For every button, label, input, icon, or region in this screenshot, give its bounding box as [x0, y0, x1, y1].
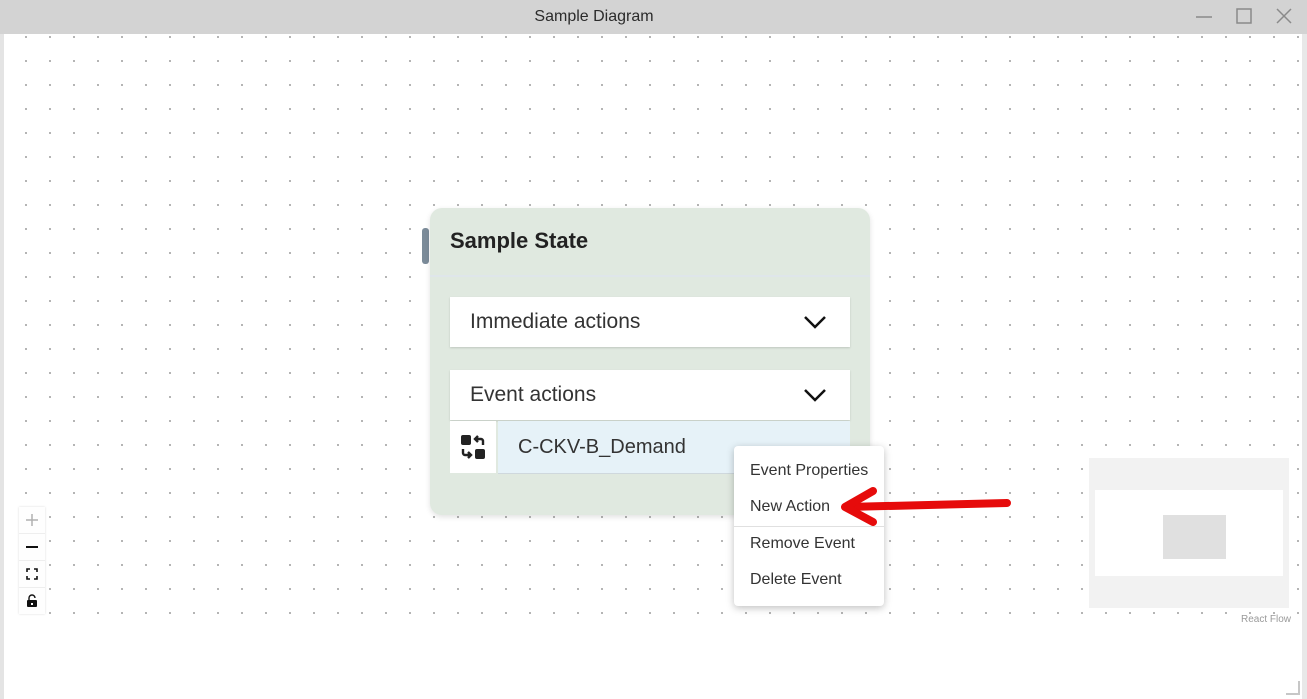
window-title: Sample Diagram	[534, 8, 654, 25]
interactivity-lock-button[interactable]	[19, 588, 45, 614]
node-target-handle[interactable]	[422, 228, 429, 264]
minimap[interactable]	[1089, 458, 1289, 608]
annotation-arrow-icon	[841, 487, 1011, 526]
minimize-button[interactable]	[1191, 4, 1217, 28]
fit-view-icon	[26, 568, 38, 580]
swap-icon	[461, 435, 485, 459]
minus-icon	[26, 546, 38, 548]
zoom-out-button[interactable]	[19, 534, 45, 561]
event-actions-section[interactable]: Event actions	[450, 370, 850, 420]
minimap-viewport[interactable]	[1095, 490, 1283, 576]
node-divider	[430, 275, 870, 277]
zoom-in-button[interactable]	[19, 507, 45, 534]
close-icon	[1276, 8, 1292, 24]
section-label: Immediate actions	[470, 310, 641, 333]
chevron-down-icon[interactable]	[802, 312, 828, 332]
menu-item-delete-event[interactable]: Delete Event	[750, 571, 842, 589]
menu-item-remove-event[interactable]: Remove Event	[750, 535, 855, 553]
maximize-button[interactable]	[1231, 4, 1257, 28]
menu-item-event-properties[interactable]: Event Properties	[750, 462, 868, 480]
immediate-actions-section[interactable]: Immediate actions	[450, 297, 850, 347]
lock-icon	[27, 594, 37, 607]
event-name: C-CKV-B_Demand	[518, 436, 686, 458]
section-label: Event actions	[470, 383, 597, 406]
plus-icon	[26, 514, 38, 526]
menu-item-new-action[interactable]: New Action	[750, 498, 830, 516]
flow-controls	[19, 507, 45, 614]
window-titlebar: Sample Diagram	[0, 0, 1307, 34]
chevron-down-icon[interactable]	[802, 385, 828, 405]
react-flow-attribution[interactable]: React Flow	[1241, 614, 1291, 625]
minimize-icon	[1196, 16, 1212, 18]
node-title: Sample State	[450, 228, 589, 253]
window-border-right	[1302, 34, 1307, 699]
maximize-icon	[1236, 8, 1252, 24]
event-icon-box	[450, 421, 496, 473]
minimap-node	[1163, 515, 1226, 559]
close-button[interactable]	[1271, 4, 1297, 28]
resize-grip-icon[interactable]	[1286, 681, 1300, 695]
fit-view-button[interactable]	[19, 561, 45, 588]
